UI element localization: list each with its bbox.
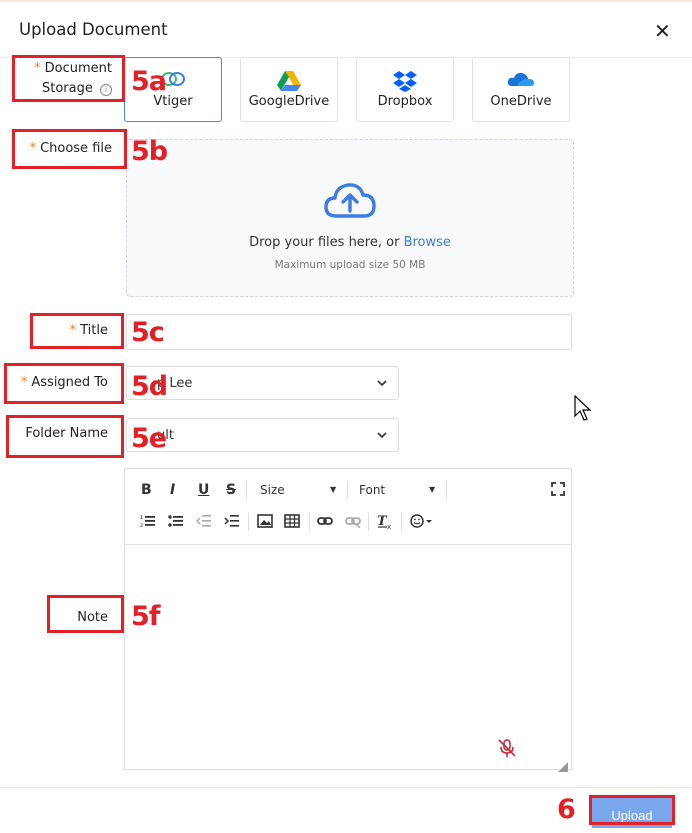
svg-text:2: 2 [140, 523, 143, 528]
emoji-icon[interactable] [410, 514, 436, 532]
mouse-cursor-icon [574, 394, 594, 427]
annotation-label-5e: 5e [131, 423, 167, 454]
annotation-box-5c [30, 313, 124, 349]
insert-link-icon[interactable] [317, 514, 333, 532]
insert-table-icon[interactable] [284, 514, 300, 532]
bulleted-list-icon[interactable] [168, 514, 184, 532]
storage-option-label: Dropbox [377, 94, 433, 109]
outdent-icon[interactable] [195, 514, 212, 532]
annotation-box-5d [4, 363, 124, 404]
annotation-label-5d: 5d [131, 371, 168, 402]
note-rich-text-editor[interactable]: B I U S Size ▼ Font ▼ 12 T x [124, 468, 572, 772]
dialog-title: Upload Document [19, 20, 168, 39]
font-size-select[interactable]: Size ▼ [260, 482, 340, 498]
annotation-box-5b [12, 129, 127, 169]
title-input[interactable] [126, 314, 572, 350]
annotation-label-5c: 5c [131, 317, 165, 348]
annotation-label-6: 6 [557, 794, 576, 825]
annotation-label-5f: 5f [131, 601, 161, 632]
chevron-down-icon [376, 429, 388, 445]
svg-text:1: 1 [140, 515, 143, 521]
underline-button[interactable]: U [198, 482, 209, 498]
resize-handle-icon[interactable] [558, 757, 568, 776]
toolbar-divider [446, 481, 447, 499]
caret-down-icon: ▼ [330, 485, 337, 494]
toolbar-divider [401, 513, 402, 531]
storage-option-dropbox[interactable]: Dropbox [356, 57, 454, 122]
storage-option-googledrive[interactable]: GoogleDrive [240, 57, 338, 122]
numbered-list-icon[interactable]: 12 [140, 514, 156, 532]
close-icon[interactable]: ✕ [654, 21, 671, 41]
dialog-header: Upload Document ✕ [0, 2, 692, 58]
toolbar-divider [309, 513, 310, 531]
indent-icon[interactable] [224, 514, 240, 532]
onedrive-icon [507, 70, 535, 92]
chevron-down-icon [376, 377, 388, 393]
editor-toolbar: B I U S Size ▼ Font ▼ 12 T x [125, 469, 571, 545]
toolbar-divider [368, 513, 369, 531]
toolbar-divider [347, 481, 348, 499]
storage-option-onedrive[interactable]: OneDrive [472, 57, 570, 122]
font-family-select[interactable]: Font ▼ [359, 482, 439, 498]
strikethrough-button[interactable]: S [226, 482, 236, 498]
storage-option-label: OneDrive [490, 94, 552, 109]
svg-text:x: x [387, 523, 391, 529]
folder-name-select[interactable]: ult [126, 418, 399, 452]
italic-button[interactable]: I [170, 482, 175, 498]
dropbox-icon [392, 70, 418, 96]
annotation-box-5a [12, 55, 125, 102]
bold-button[interactable]: B [141, 482, 152, 498]
annotation-box-5e [6, 415, 124, 458]
clear-formatting-icon[interactable]: Tx [377, 513, 393, 533]
unlink-icon[interactable] [345, 514, 361, 532]
cloud-upload-icon [323, 180, 377, 224]
microphone-muted-icon[interactable] [497, 738, 517, 762]
caret-down-icon: ▼ [429, 485, 436, 494]
annotation-label-5b: 5b [131, 136, 168, 167]
max-upload-size-hint: Maximum upload size 50 MB [274, 259, 426, 271]
insert-image-icon[interactable] [257, 514, 273, 532]
toolbar-divider [248, 513, 249, 531]
annotation-box-5f [47, 595, 124, 633]
footer-divider [0, 787, 692, 788]
annotation-box-6 [589, 795, 675, 825]
google-drive-icon [276, 70, 302, 96]
file-dropzone[interactable]: Drop your files here, or Browse Maximum … [126, 139, 574, 297]
storage-option-label: GoogleDrive [248, 94, 330, 109]
toolbar-divider [246, 481, 247, 499]
browse-link[interactable]: Browse [404, 235, 451, 250]
fullscreen-icon[interactable] [551, 482, 565, 500]
dropzone-text: Drop your files here, or Browse [249, 235, 451, 250]
annotation-label-5a: 5a [131, 66, 167, 97]
